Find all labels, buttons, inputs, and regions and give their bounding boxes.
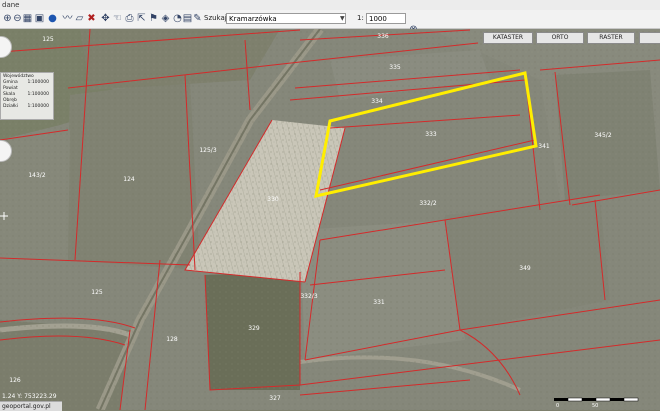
parcel-label: 335 [389, 64, 401, 71]
identify-icon[interactable]: ☜ [112, 13, 123, 24]
select-icon[interactable]: ▦ [22, 13, 33, 24]
parcel-label: 125 [42, 36, 54, 43]
help-icon[interactable]: ✎ [192, 13, 203, 24]
info-label: Obręb [3, 98, 17, 103]
info-value: 1:100000 [27, 104, 49, 109]
scale-input[interactable]: 1000 [366, 13, 406, 24]
parcel-label: 341 [538, 143, 550, 150]
info-panel: Województwo Gmina 1:100000 Powiat Skala 1:… [0, 72, 54, 120]
parcel-label: 345/2 [594, 132, 611, 139]
export-icon[interactable]: ⇱ [136, 13, 147, 24]
map-view[interactable]: 125 336 335 334 333 341 345/2 143/2 124 … [0, 29, 660, 410]
scale-prefix: 1: [357, 14, 364, 22]
info-label: Powiat [3, 86, 18, 91]
scale-bar: 0 50 [554, 397, 639, 408]
info-row: Działki 1:100000 [3, 104, 51, 110]
layer-icon[interactable]: ◈ [160, 13, 171, 24]
parcel-label: 331 [373, 299, 385, 306]
parcel-label: 329 [248, 325, 260, 332]
print-icon[interactable]: ⎙ [124, 13, 135, 24]
info-label: Województwo [3, 74, 34, 79]
parcel-label: 125 [91, 289, 103, 296]
info-label: Gmina [3, 80, 18, 85]
parcel-label: 332/3 [300, 293, 317, 300]
search-input[interactable]: Kramarzówka [226, 13, 346, 24]
orto-layer-button[interactable]: ORTO [536, 32, 584, 44]
parcel-label: 125/3 [199, 147, 216, 154]
map-toolbar: ⊕ ⊖ ▦ ▣ ● 〰 ▱ ✖ ✥ ☜ ⎙ ⇱ ⚑ ◈ ◔ ▤ ✎ Szukaj… [0, 10, 660, 35]
chevron-down-icon[interactable]: ▼ [340, 13, 346, 24]
polygon-icon[interactable]: ▱ [74, 13, 85, 24]
parcel-label: 333 [425, 131, 437, 138]
kataster-layer-button[interactable]: KATASTER [483, 32, 533, 44]
info-label: Skala [3, 92, 16, 97]
scale-tick-label: 50 [592, 403, 598, 408]
tab-dane[interactable]: dane [2, 0, 19, 10]
pan-icon[interactable]: ✥ [100, 13, 111, 24]
clear-icon[interactable]: ✖ [86, 13, 97, 24]
measure-icon[interactable]: 〰 [62, 13, 73, 24]
parcel-label: 143/2 [28, 172, 45, 179]
coordinates-readout: 1.24 Y: 753223.29 [2, 393, 57, 400]
parcel-label: 124 [123, 176, 135, 183]
parcel-label: 327 [269, 395, 281, 402]
orthophoto-map[interactable]: 125 336 335 334 333 341 345/2 143/2 124 … [0, 29, 660, 410]
parcel-label: 126 [9, 377, 21, 384]
bookmark-icon[interactable]: ⚑ [148, 13, 159, 24]
parcel-label: 336 [377, 33, 389, 40]
raster-layer-button[interactable]: RASTER [587, 32, 635, 44]
scale-tick-label: 0 [556, 403, 559, 408]
more-layers-button[interactable] [639, 32, 660, 44]
parcel-label: 330 [267, 196, 279, 203]
parcel-label: 349 [519, 265, 531, 272]
parcel-label: 332/2 [419, 200, 436, 207]
full-extent-icon[interactable]: ▣ [34, 13, 45, 24]
parcel-label: 334 [371, 98, 383, 105]
crosshair-cursor-icon [0, 212, 8, 220]
parcel-label: 128 [166, 336, 178, 343]
info-icon[interactable]: ● [47, 13, 58, 24]
info-label: Działki [3, 104, 18, 109]
